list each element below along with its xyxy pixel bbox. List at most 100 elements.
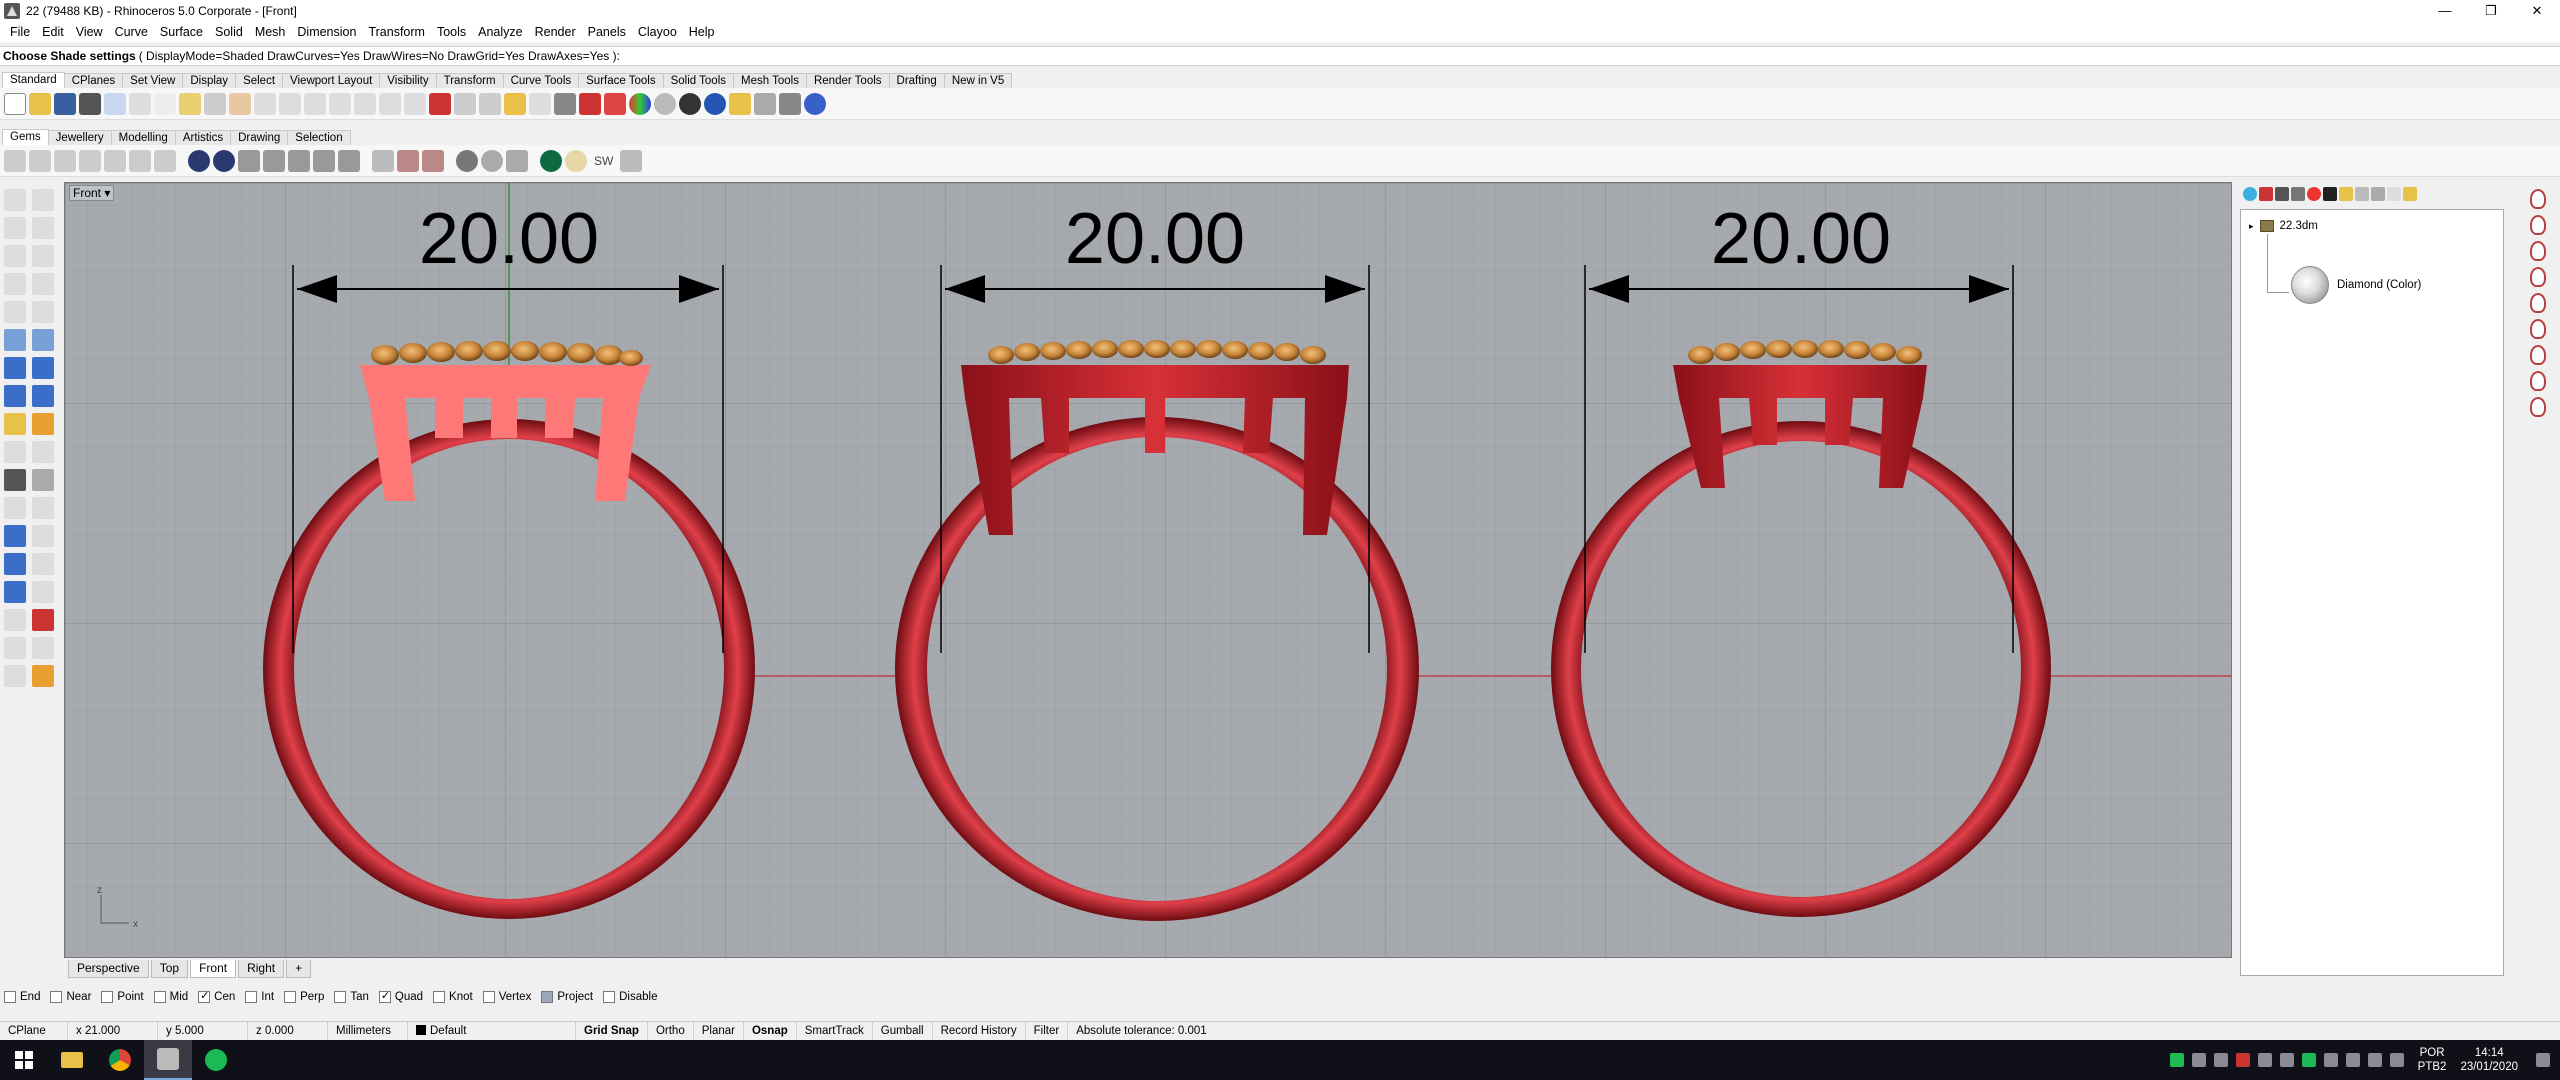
layer-icon[interactable] xyxy=(579,92,601,115)
status-planar[interactable]: Planar xyxy=(694,1021,744,1040)
zoom-window-icon[interactable] xyxy=(304,92,326,115)
tools-icon[interactable] xyxy=(729,92,751,115)
render-icon[interactable] xyxy=(704,92,726,115)
box-solid-icon[interactable] xyxy=(4,357,26,379)
gem-pearl-icon[interactable] xyxy=(565,149,587,172)
menu-clayoo[interactable]: Clayoo xyxy=(632,25,683,39)
save-icon[interactable] xyxy=(54,92,76,115)
group-icon[interactable] xyxy=(32,469,54,491)
checkbox[interactable] xyxy=(284,991,297,1003)
sphere-solid-icon[interactable] xyxy=(32,357,54,379)
osnap-near[interactable]: Near xyxy=(50,991,91,1003)
prong-icon[interactable] xyxy=(154,149,176,172)
gem-emerald-icon[interactable] xyxy=(540,149,562,172)
tab-gems[interactable]: Gems xyxy=(2,129,49,145)
tab-standard[interactable]: Standard xyxy=(2,72,65,88)
ring-tool-4-icon[interactable] xyxy=(2530,267,2546,287)
tab-jewellery[interactable]: Jewellery xyxy=(47,130,112,145)
zoom-icon[interactable] xyxy=(279,92,301,115)
ring-middle[interactable] xyxy=(895,340,1419,921)
pave-red-icon[interactable] xyxy=(397,149,419,172)
tray-sync-icon[interactable] xyxy=(2213,1053,2228,1067)
checkbox[interactable] xyxy=(603,991,616,1003)
cut-icon[interactable] xyxy=(129,92,151,115)
curve-icon[interactable] xyxy=(32,217,54,239)
viewport-title[interactable]: Front ▾ xyxy=(69,185,115,201)
status-ortho[interactable]: Ortho xyxy=(648,1021,694,1040)
zoom-extents-icon[interactable] xyxy=(329,92,351,115)
lightbulb-icon[interactable] xyxy=(529,92,551,115)
gem-spark-icon[interactable] xyxy=(481,149,503,172)
checkbox-checked[interactable] xyxy=(198,989,211,1003)
status-gumball[interactable]: Gumball xyxy=(873,1021,933,1040)
paste-icon[interactable] xyxy=(179,92,201,115)
gem-on-surface-icon[interactable] xyxy=(54,149,76,172)
tab-surface-tools[interactable]: Surface Tools xyxy=(578,73,664,88)
osnap-disable[interactable]: Disable xyxy=(603,991,657,1003)
tab-top[interactable]: Top xyxy=(150,960,189,978)
status-osnap[interactable]: Osnap xyxy=(744,1021,797,1040)
panel-tab-render-icon[interactable] xyxy=(2307,187,2321,201)
status-record-history[interactable]: Record History xyxy=(933,1021,1026,1040)
command-line[interactable]: Choose Shade settings ( DisplayMode=Shad… xyxy=(0,46,2560,66)
checkbox[interactable] xyxy=(245,991,258,1003)
command-options[interactable]: ( DisplayMode=Shaded DrawCurves=Yes Draw… xyxy=(139,49,620,63)
menu-edit[interactable]: Edit xyxy=(36,25,70,39)
copy-icon[interactable] xyxy=(154,92,176,115)
tray-wifi-icon[interactable] xyxy=(2367,1053,2382,1067)
array-grid-icon[interactable] xyxy=(4,609,26,631)
status-cplane[interactable]: CPlane xyxy=(0,1021,68,1040)
grid-analysis-icon[interactable] xyxy=(32,581,54,603)
panel-tab-environment-icon[interactable] xyxy=(2323,187,2337,201)
polyline-icon[interactable] xyxy=(4,217,26,239)
shaded-sphere-icon[interactable] xyxy=(654,92,676,115)
tab-drawing[interactable]: Drawing xyxy=(230,130,289,145)
language-indicator[interactable]: POR PTB2 xyxy=(2418,1046,2447,1074)
properties-icon[interactable] xyxy=(604,92,626,115)
menu-tools[interactable]: Tools xyxy=(431,25,472,39)
osnap-mid[interactable]: Mid xyxy=(153,991,188,1003)
sw-label[interactable]: SW xyxy=(594,154,613,168)
text-icon[interactable] xyxy=(4,525,26,547)
help-icon[interactable] xyxy=(804,92,826,115)
dimension-icon[interactable] xyxy=(32,525,54,547)
analyze-icon[interactable] xyxy=(32,609,54,631)
panel-tab-materials-icon[interactable] xyxy=(2291,187,2305,201)
solid-edit-icon[interactable] xyxy=(32,385,54,407)
osnap-project[interactable]: Project xyxy=(541,991,593,1003)
tab-solid-tools[interactable]: Solid Tools xyxy=(662,73,734,88)
tray-display-icon[interactable] xyxy=(2345,1053,2360,1067)
surface-edit-icon[interactable] xyxy=(32,329,54,351)
ring-tool-6-icon[interactable] xyxy=(2530,319,2546,339)
close-button[interactable]: ✕ xyxy=(2514,0,2560,22)
ring-tool-8-icon[interactable] xyxy=(2530,371,2546,391)
osnap-perp[interactable]: Perp xyxy=(284,991,324,1003)
tab-display[interactable]: Display xyxy=(182,73,237,88)
options-gear-icon[interactable] xyxy=(754,92,776,115)
viewport-menu-caret-icon[interactable]: ▾ xyxy=(104,186,110,200)
open-folder-icon[interactable] xyxy=(29,92,51,115)
import-icon[interactable] xyxy=(104,92,126,115)
color-wheel-icon[interactable] xyxy=(629,92,651,115)
tab-perspective[interactable]: Perspective xyxy=(68,960,149,978)
gem-on-curve-icon[interactable] xyxy=(29,149,51,172)
minimize-button[interactable]: — xyxy=(2422,0,2468,22)
trim-icon[interactable] xyxy=(32,441,54,463)
tab-modelling[interactable]: Modelling xyxy=(110,130,176,145)
collapse-toggle-icon[interactable]: ▸ xyxy=(2249,221,2254,232)
ring-tool-1-icon[interactable] xyxy=(2530,189,2546,209)
status-smarttrack[interactable]: SmartTrack xyxy=(797,1021,873,1040)
extrude-icon[interactable] xyxy=(4,385,26,407)
tray-usb-icon[interactable] xyxy=(2257,1053,2272,1067)
tab-visibility[interactable]: Visibility xyxy=(379,73,437,88)
render-material-icon[interactable] xyxy=(4,665,26,687)
arc-icon[interactable] xyxy=(4,273,26,295)
checkbox[interactable] xyxy=(153,991,166,1003)
panel-tab-properties-icon[interactable] xyxy=(2243,187,2257,201)
menu-surface[interactable]: Surface xyxy=(154,25,209,39)
gem-icon[interactable] xyxy=(4,149,26,172)
select-icon[interactable] xyxy=(454,92,476,115)
tab-select[interactable]: Select xyxy=(235,73,284,88)
pave-grid-icon[interactable] xyxy=(372,149,394,172)
osnap-point[interactable]: Point xyxy=(101,991,144,1003)
